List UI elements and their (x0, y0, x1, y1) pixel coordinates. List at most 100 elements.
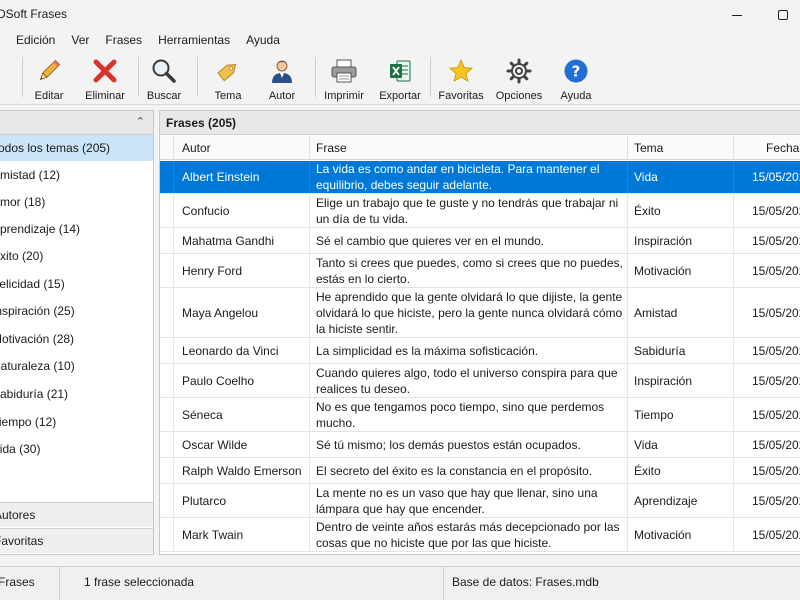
row-selector (160, 484, 174, 517)
collapse-icon[interactable]: ⌃ (136, 115, 145, 128)
pencil-icon (34, 56, 64, 86)
topic-item[interactable]: Amistad (12) (0, 162, 153, 188)
options-label: Opciones (495, 90, 543, 102)
authors-section[interactable]: Autores (0, 502, 153, 527)
minimize-icon (732, 14, 742, 16)
table-row[interactable]: Séneca No es que tengamos poco tiempo, si… (160, 398, 800, 432)
menu-edicion[interactable]: Edición (0, 30, 63, 51)
edit-button[interactable]: Editar (28, 53, 70, 103)
table-row[interactable]: Confucio Elige un trabajo que te guste y … (160, 194, 800, 228)
excel-icon (385, 56, 415, 86)
search-button[interactable]: Buscar (144, 53, 184, 103)
title-bar: DSoft Frases (0, 0, 800, 30)
delete-button[interactable]: Eliminar (80, 53, 130, 103)
cell-frase: Tanto si crees que puedes, como si crees… (310, 254, 628, 287)
table-row[interactable]: Maya Angelou He aprendido que la gente ol… (160, 288, 800, 338)
topic-item[interactable]: Motivación (28) (0, 326, 153, 352)
grid-header: Autor Frase Tema Fecha (160, 136, 800, 160)
cell-tema: Amistad (628, 288, 734, 337)
topic-item[interactable]: Naturaleza (10) (0, 353, 153, 379)
topic-item[interactable]: Sabiduría (21) (0, 381, 153, 407)
table-row[interactable]: Mark Twain Dentro de veinte años estarás … (160, 518, 800, 552)
cell-frase: Dentro de veinte años estarás más decepc… (310, 518, 628, 551)
table-row[interactable]: Henry Ford Tanto si crees que puedes, com… (160, 254, 800, 288)
cell-tema: Vida (628, 161, 734, 193)
favorites-button[interactable]: Favoritas (436, 53, 486, 103)
cell-autor-text: Leonardo da Vinci (182, 343, 279, 358)
topic-item[interactable]: Aprendizaje (14) (0, 216, 153, 242)
menu-frases[interactable]: Frases (97, 30, 150, 51)
delete-label: Eliminar (85, 90, 125, 102)
cell-tema: Tiempo (628, 398, 734, 431)
cell-frase-text: El secreto del éxito es la constancia en… (316, 463, 593, 478)
table-row[interactable]: Plutarco La mente no es un vaso que hay q… (160, 484, 800, 518)
minimize-button[interactable] (714, 0, 760, 30)
toolbar-separator (197, 57, 198, 97)
topic-item[interactable]: Todos los temas (205) (0, 135, 153, 161)
menu-herramientas[interactable]: Herramientas (150, 30, 238, 51)
table-row[interactable]: Oscar Wilde Sé tú mismo; los demás puesto… (160, 432, 800, 458)
table-row[interactable]: Leonardo da Vinci La simplicidad es la má… (160, 338, 800, 364)
column-header-autor[interactable]: Autor (174, 136, 310, 160)
topic-button[interactable]: Tema (208, 53, 248, 103)
menu-ver[interactable]: Ver (63, 30, 97, 51)
table-row[interactable]: Albert Einstein La vida es como andar en … (160, 161, 800, 194)
table-row[interactable]: Paulo Coelho Cuando quieres algo, todo el… (160, 364, 800, 398)
topic-item[interactable]: Inspiración (25) (0, 298, 153, 324)
column-header-fecha[interactable]: Fecha (734, 136, 800, 160)
favorites-label: Favoritas (438, 90, 484, 102)
menu-ayuda[interactable]: Ayuda (238, 30, 288, 51)
cell-autor-text: Confucio (182, 203, 230, 218)
cell-frase: El secreto del éxito es la constancia en… (310, 458, 628, 483)
topic-item[interactable]: Vida (30) (0, 436, 153, 462)
maximize-icon (778, 10, 788, 20)
print-button[interactable]: Imprimir (320, 53, 368, 103)
cell-fecha-text: 15/05/2025 (752, 407, 800, 422)
toolbar-separator (22, 57, 23, 97)
cell-frase-text: Cuando quieres algo, todo el universo co… (316, 365, 618, 396)
cell-tema-text: Sabiduría (634, 343, 686, 358)
export-button[interactable]: Exportar (378, 53, 422, 103)
table-row[interactable]: Ralph Waldo Emerson El secreto del éxito … (160, 458, 800, 484)
topic-item[interactable]: Tiempo (12) (0, 409, 153, 435)
cell-frase: Elige un trabajo que te guste y no tendr… (310, 194, 628, 227)
search-label: Buscar (146, 90, 182, 102)
cell-fecha: 15/05/2025 (734, 288, 800, 337)
topic-item[interactable]: Amor (18) (0, 189, 153, 215)
author-button[interactable]: Autor (262, 53, 302, 103)
cell-autor-text: Henry Ford (182, 263, 243, 278)
star-icon (446, 56, 476, 86)
favorites-section[interactable]: Favoritas (0, 528, 153, 553)
cell-frase-text: Sé tú mismo; los demás puestos están ocu… (316, 437, 581, 452)
toolbar-separator (138, 57, 139, 97)
row-selector (160, 161, 174, 193)
row-selector (160, 194, 174, 227)
cell-fecha: 15/05/2025 (734, 194, 800, 227)
cell-frase-text: La mente no es un vaso que hay que llena… (316, 485, 598, 516)
window-title: DSoft Frases (0, 7, 68, 21)
cell-autor: Mahatma Gandhi (174, 228, 310, 253)
maximize-button[interactable] (760, 0, 800, 30)
cell-fecha: 15/05/2025 (734, 518, 800, 551)
column-header-frase[interactable]: Frase (310, 136, 628, 160)
toolbar: Editar Eliminar Buscar Tema Autor Imprim… (0, 51, 800, 105)
cell-autor-text: Maya Angelou (182, 305, 259, 320)
column-header-tema[interactable]: Tema (628, 136, 734, 160)
cell-fecha-text: 15/05/2025 (752, 373, 800, 388)
cell-autor: Ralph Waldo Emerson (174, 458, 310, 483)
cell-autor-text: Albert Einstein (182, 170, 260, 184)
row-selector (160, 458, 174, 483)
topic-item[interactable]: Éxito (20) (0, 243, 153, 269)
options-button[interactable]: Opciones (494, 53, 544, 103)
status-selection: 1 frase seleccionada (60, 567, 444, 600)
cell-frase: La simplicidad es la máxima sofisticació… (310, 338, 628, 363)
cell-autor: Albert Einstein (174, 161, 310, 193)
printer-icon (329, 56, 359, 86)
topic-item[interactable]: Felicidad (15) (0, 271, 153, 297)
print-label: Imprimir (324, 90, 364, 102)
status-left: Frases (0, 567, 60, 600)
help-button[interactable]: ? Ayuda (556, 53, 596, 103)
cell-frase: La mente no es un vaso que hay que llena… (310, 484, 628, 517)
cell-tema: Éxito (628, 194, 734, 227)
table-row[interactable]: Mahatma Gandhi Sé el cambio que quieres v… (160, 228, 800, 254)
